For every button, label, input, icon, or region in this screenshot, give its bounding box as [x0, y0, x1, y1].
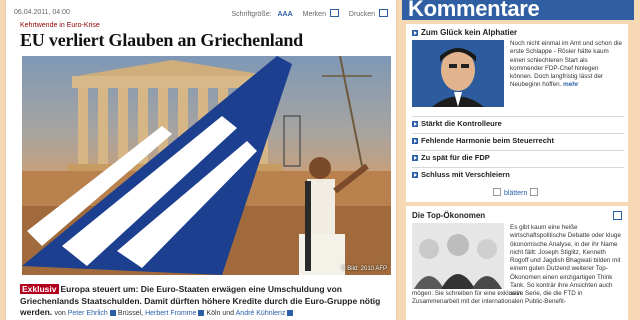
oekonomen-text: Es gibt kaum eine heiße wirtschaftspolit… — [510, 224, 621, 298]
byline: von Peter Ehrlich Brüssel, Herbert Fromme… — [55, 310, 296, 317]
prev-icon[interactable] — [493, 188, 501, 196]
portraits-illustration — [412, 223, 504, 289]
oekonomen-box: Die Top-Ökonomen Es gibt kaum eine heiße… — [406, 206, 628, 320]
article-column: 06.04.2011, 04:00 Schriftgröße: AAA Merk… — [6, 0, 396, 320]
article-lead: Exklusiv Europa steuert um: Die Euro-Staa… — [20, 284, 394, 320]
font-size-label: Schriftgröße: — [231, 11, 272, 18]
article-tools: Schriftgröße: AAA Merken Drucken — [227, 9, 388, 18]
page-title[interactable]: EU verliert Glauben an Griechenland — [20, 30, 390, 51]
author-icon[interactable] — [287, 310, 294, 316]
arrow-right-icon — [412, 121, 418, 127]
drucken-link[interactable]: Drucken — [345, 9, 388, 18]
blaettern-label: blättern — [504, 190, 528, 197]
exklusiv-badge: Exklusiv — [20, 284, 59, 294]
oekonomen-text-continued: mögen: Sie schreiben für eine exklusive … — [412, 290, 583, 306]
external-link-icon[interactable] — [613, 211, 622, 220]
author-icon[interactable] — [198, 310, 205, 316]
arrow-right-icon — [412, 155, 418, 161]
print-icon — [379, 9, 388, 17]
merken-link[interactable]: Merken — [299, 9, 339, 18]
sidebar: Kommentare Zum Glück kein Alphatier Noch… — [402, 0, 640, 320]
featured-portrait[interactable] — [412, 40, 504, 107]
kommentare-header[interactable]: Kommentare — [402, 0, 634, 20]
oekonomen-portrait[interactable] — [412, 223, 504, 289]
arrow-right-icon — [412, 138, 418, 144]
article-date: 06.04.2011, 04:00 — [14, 9, 70, 16]
author-link[interactable]: Peter Ehrlich — [68, 310, 108, 317]
author-icon[interactable] — [109, 310, 116, 316]
next-icon[interactable] — [530, 188, 539, 196]
article-photo[interactable]: © Bild: 2010 AFP — [22, 56, 391, 275]
photo-credit: © Bild: 2010 AFP — [341, 266, 387, 272]
article-kicker: Kehrtwende in Euro-Krise — [20, 22, 100, 29]
article-toolbar: 06.04.2011, 04:00 Schriftgröße: AAA Merk… — [14, 9, 388, 21]
kommentar-link[interactable]: Fehlende Harmonie beim Steuerrecht — [412, 133, 624, 148]
oekonomen-title[interactable]: Die Top-Ökonomen — [412, 211, 485, 220]
featured-comment-text: Noch nicht einmal im Amt und schon die e… — [510, 40, 623, 89]
kommentar-link[interactable]: Schluss mit Verschleiern — [412, 167, 624, 182]
featured-comment-title[interactable]: Zum Glück kein Alphatier — [412, 28, 517, 37]
pagination: blättern — [490, 188, 541, 197]
mehr-link[interactable]: mehr — [563, 81, 578, 88]
arrow-right-icon — [412, 172, 418, 178]
author-link[interactable]: Herbert Fromme — [145, 310, 196, 317]
font-size-buttons[interactable]: AAA — [278, 11, 293, 18]
acropolis-flag-illustration — [22, 56, 391, 275]
arrow-right-icon — [412, 30, 418, 36]
author-link[interactable]: André Kühnlenz — [236, 310, 286, 317]
kommentar-link[interactable]: Zu spät für die FDP — [412, 150, 624, 165]
portrait-illustration — [412, 40, 504, 107]
bookmark-icon — [329, 9, 339, 17]
kommentar-link[interactable]: Stärkt die Kontrolleure — [412, 116, 624, 131]
kommentare-box: Zum Glück kein Alphatier Noch nicht einm… — [406, 24, 628, 202]
